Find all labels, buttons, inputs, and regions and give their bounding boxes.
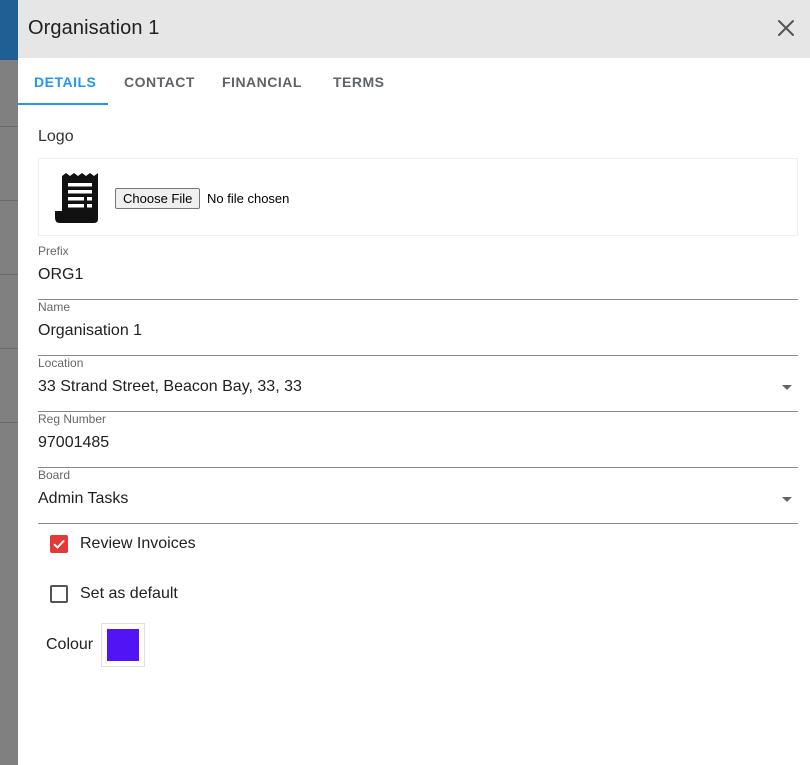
- choose-file-button[interactable]: Choose File: [115, 188, 201, 209]
- background-divider: [0, 200, 18, 201]
- name-field[interactable]: Name Organisation 1: [38, 300, 798, 356]
- background-divider: [0, 274, 18, 275]
- background-divider: [0, 348, 18, 349]
- board-select[interactable]: Board Admin Tasks: [38, 468, 798, 524]
- colour-picker[interactable]: [101, 623, 145, 667]
- set-default-label: Set as default: [80, 585, 178, 602]
- active-tab-indicator: [18, 103, 108, 105]
- logo-upload: Choose File No file chosen: [38, 158, 798, 236]
- logo-label: Logo: [38, 128, 74, 145]
- prefix-value: ORG1: [38, 266, 84, 283]
- colour-label: Colour: [46, 636, 94, 653]
- tab-financial[interactable]: FINANCIAL: [222, 74, 302, 90]
- board-value: Admin Tasks: [38, 490, 129, 507]
- set-default-checkbox[interactable]: [50, 585, 68, 603]
- receipt-icon: [55, 173, 98, 223]
- close-button[interactable]: [774, 16, 798, 40]
- prefix-field[interactable]: Prefix ORG1: [38, 244, 798, 300]
- reg-number-label: Reg Number: [38, 412, 107, 426]
- tab-terms[interactable]: TERMS: [333, 74, 385, 90]
- reg-number-value: 97001485: [38, 434, 110, 451]
- dropdown-arrow-icon: [782, 497, 792, 502]
- background-app: [0, 0, 18, 765]
- board-label: Board: [38, 468, 71, 482]
- review-invoices-checkbox[interactable]: [50, 535, 68, 553]
- close-icon: [778, 20, 794, 36]
- background-app-header: [0, 0, 18, 60]
- reg-number-field[interactable]: Reg Number 97001485: [38, 412, 798, 468]
- checkmark-icon: [53, 539, 65, 549]
- location-select[interactable]: Location 33 Strand Street, Beacon Bay, 3…: [38, 356, 798, 412]
- colour-swatch-fill: [107, 629, 139, 661]
- review-invoices-label: Review Invoices: [80, 535, 196, 552]
- background-divider: [0, 126, 18, 127]
- organisation-dialog: Organisation 1 DETAILS CONTACT FINANCIAL…: [18, 0, 810, 765]
- name-value: Organisation 1: [38, 322, 143, 339]
- tab-bar: DETAILS CONTACT FINANCIAL TERMS: [18, 58, 810, 106]
- location-value: 33 Strand Street, Beacon Bay, 33, 33: [38, 378, 302, 395]
- dropdown-arrow-icon: [782, 385, 792, 390]
- file-status-text: No file chosen: [207, 191, 290, 206]
- dialog-title: Organisation 1: [28, 17, 160, 39]
- background-divider: [0, 422, 18, 423]
- tab-details[interactable]: DETAILS: [34, 74, 96, 90]
- prefix-label: Prefix: [38, 244, 69, 258]
- location-label: Location: [38, 356, 84, 370]
- dialog-header: Organisation 1: [18, 0, 810, 58]
- tab-contact[interactable]: CONTACT: [124, 74, 195, 90]
- name-label: Name: [38, 300, 71, 314]
